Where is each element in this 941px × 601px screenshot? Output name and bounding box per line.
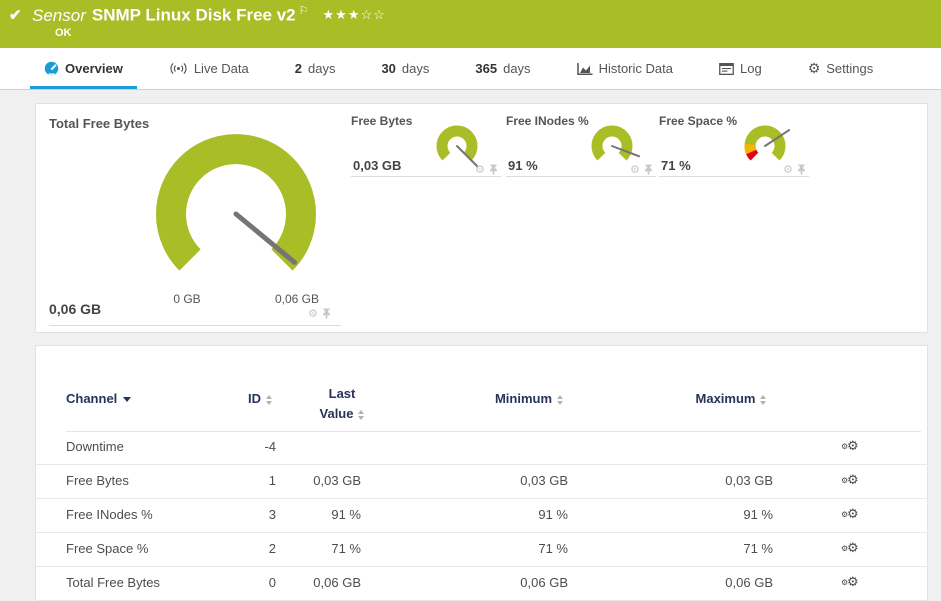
channel-minimum: 91 % <box>538 507 568 522</box>
divider <box>659 176 809 177</box>
tab-label: Live Data <box>193 61 249 76</box>
mini-gauge-value: 0,03 GB <box>353 158 402 173</box>
tab-bar: Overview Live Data 2 days 30 days 365 da… <box>0 48 941 90</box>
channel-last-value: 91 % <box>331 507 361 522</box>
broadcast-icon <box>169 62 188 75</box>
mini-gauge-title: Free INodes % <box>506 114 589 128</box>
tab-label: days <box>401 61 430 76</box>
channel-minimum: 0,03 GB <box>520 473 568 488</box>
divider <box>506 176 656 177</box>
tab-settings[interactable]: ⚙ Settings <box>794 48 888 89</box>
channel-name: Free INodes % <box>66 507 153 522</box>
channel-table-panel: Channel ID Last Value Minimum Maximum Do… <box>35 345 929 601</box>
tab-number: 365 <box>475 61 498 76</box>
channel-id: -4 <box>264 439 276 454</box>
mini-gauge-panel-free-space-: Free Space % 71 % ⚙ <box>659 104 809 184</box>
gear-icon: ⚙ <box>807 60 821 77</box>
column-header-id[interactable]: ID <box>196 391 272 406</box>
channel-maximum: 71 % <box>743 541 773 556</box>
sensor-status-badge: OK <box>55 27 72 39</box>
divider <box>351 176 501 177</box>
mini-gauge-title: Free Bytes <box>351 114 413 128</box>
column-header-minimum[interactable]: Minimum <box>469 391 589 406</box>
gear-icon[interactable]: ⚙ <box>783 163 793 176</box>
priority-stars[interactable]: ★★★☆☆ <box>323 7 386 22</box>
tab-label: Settings <box>826 61 874 76</box>
channel-name: Free Space % <box>66 541 149 556</box>
gauge-icon <box>44 61 59 76</box>
gear-icon[interactable]: ⚙ <box>630 163 640 176</box>
column-header-channel[interactable]: Channel <box>66 391 132 406</box>
tab-30-days[interactable]: 30 days <box>367 48 443 89</box>
main-gauge-value: 0,06 GB <box>49 301 102 317</box>
tab-number: 2 <box>294 61 302 76</box>
channel-minimum: 71 % <box>538 541 568 556</box>
channel-last-value: 0,06 GB <box>313 575 361 590</box>
channel-table-row: Free Space % 2 71 % 71 % 71 % ⚙ ⚙ <box>36 533 929 567</box>
channel-last-value: 0,03 GB <box>313 473 361 488</box>
tab-label: days <box>307 61 336 76</box>
tab-label: Overview <box>65 61 123 76</box>
gauge-scale-min: 0 GB <box>173 292 201 306</box>
mini-gauge-panel-free-inodes-: Free INodes % 91 % ⚙ <box>506 104 656 184</box>
tab-2-days[interactable]: 2 days <box>281 48 350 89</box>
tab-historic-data[interactable]: Historic Data <box>563 48 687 89</box>
main-gauge-title: Total Free Bytes <box>49 116 150 131</box>
pin-icon[interactable] <box>644 164 653 175</box>
tab-overview[interactable]: Overview <box>30 48 137 89</box>
chart-icon <box>576 62 593 76</box>
channel-name: Free Bytes <box>66 473 129 488</box>
sort-icon <box>358 409 365 420</box>
channel-maximum: 0,06 GB <box>725 575 773 590</box>
channel-table-row: Free Bytes 1 0,03 GB 0,03 GB 0,03 GB ⚙ ⚙ <box>36 465 929 499</box>
channel-settings-gears-icon[interactable]: ⚙ ⚙ <box>841 533 861 566</box>
pin-icon[interactable] <box>489 164 498 175</box>
gauge-scale-max: 0,06 GB <box>274 292 320 306</box>
log-icon <box>719 62 734 75</box>
channel-name: Downtime <box>66 439 124 454</box>
sensor-title: SNMP Linux Disk Free v2 <box>91 5 296 25</box>
flag-icon: ⚐ <box>298 5 309 17</box>
tab-label: Log <box>739 61 762 76</box>
mini-gauge-value: 71 % <box>661 158 691 173</box>
pin-icon[interactable] <box>322 308 331 319</box>
sort-desc-icon <box>123 397 132 403</box>
mini-gauge-value: 91 % <box>508 158 538 173</box>
channel-settings-gears-icon[interactable]: ⚙ ⚙ <box>841 431 861 464</box>
sort-icon <box>760 394 767 405</box>
divider <box>49 325 341 326</box>
channel-settings-gears-icon[interactable]: ⚙ ⚙ <box>841 499 861 532</box>
pin-icon[interactable] <box>797 164 806 175</box>
channel-maximum: 91 % <box>743 507 773 522</box>
channel-last-value: 71 % <box>331 541 361 556</box>
tab-live-data[interactable]: Live Data <box>155 48 263 89</box>
channel-minimum: 0,06 GB <box>520 575 568 590</box>
channel-maximum: 0,03 GB <box>725 473 773 488</box>
channel-settings-gears-icon[interactable]: ⚙ ⚙ <box>841 465 861 498</box>
status-ok-check-icon: ✔ <box>9 7 22 24</box>
main-gauge <box>148 132 324 305</box>
tab-label: Historic Data <box>598 61 673 76</box>
mini-gauge-title: Free Space % <box>659 114 738 128</box>
gear-icon[interactable]: ⚙ <box>308 307 318 320</box>
tab-365-days[interactable]: 365 days <box>461 48 544 89</box>
tab-log[interactable]: Log <box>705 48 776 89</box>
mini-gauge-panel-free-bytes: Free Bytes 0,03 GB ⚙ <box>351 104 501 184</box>
sensor-header-bar: ✔ Sensor SNMP Linux Disk Free v2 ⚐ ★★★☆☆ OK <box>0 0 941 48</box>
channel-table-row: Total Free Bytes 0 0,06 GB 0,06 GB 0,06 … <box>36 567 929 601</box>
channel-name: Total Free Bytes <box>66 575 160 590</box>
gear-icon[interactable]: ⚙ <box>475 163 485 176</box>
channel-settings-gears-icon[interactable]: ⚙ ⚙ <box>841 567 861 600</box>
tab-number: 30 <box>381 61 396 76</box>
column-header-last-value[interactable]: Last Value <box>314 384 370 424</box>
channel-table-row: Downtime -4 ⚙ ⚙ <box>36 431 929 465</box>
object-kind-label: Sensor <box>32 5 86 25</box>
column-header-maximum[interactable]: Maximum <box>671 391 791 406</box>
channel-table-row: Free INodes % 3 91 % 91 % 91 % ⚙ ⚙ <box>36 499 929 533</box>
tab-label: days <box>503 61 531 76</box>
sort-icon <box>266 394 272 405</box>
sort-icon <box>557 394 564 405</box>
gauges-panel: Total Free Bytes 0 GB 0,06 GB 0,06 GB ⚙ … <box>35 103 928 333</box>
